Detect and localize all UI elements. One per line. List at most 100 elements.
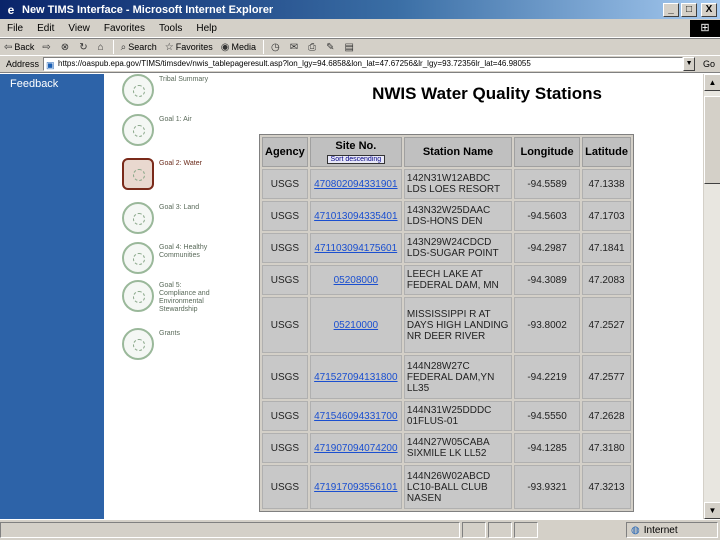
stop-button[interactable]: ⊗ (57, 42, 75, 53)
latitude-cell: 47.3180 (582, 433, 631, 463)
address-input[interactable]: ▣ https://oaspub.epa.gov/TIMS/timsdev/nw… (43, 57, 684, 71)
station-name-cell: 143N32W25DAAC LDS-HONS DEN (403, 201, 513, 231)
back-button[interactable]: ⇦ Back (0, 42, 38, 53)
stations-table: Agency Site No. Sort descending Station … (259, 134, 634, 512)
window-title-bar: e New TIMS Interface - Microsoft Interne… (0, 0, 720, 19)
window-title: New TIMS Interface - Microsoft Internet … (22, 3, 274, 16)
menu-file[interactable]: File (0, 23, 30, 34)
menu-edit[interactable]: Edit (30, 23, 61, 34)
latitude-cell: 47.2577 (582, 355, 631, 399)
table-row: USGS 471917093556101 144N26W02ABCD LC10-BA… (262, 465, 631, 509)
nav-goal-2-water[interactable]: Goal 2: Water (122, 158, 219, 190)
media-button[interactable]: ◉ Media (217, 42, 260, 53)
longitude-cell: -93.9321 (514, 465, 581, 509)
site-number-link[interactable]: 471527094131800 (314, 372, 397, 383)
scroll-up-button[interactable]: ▲ (704, 74, 720, 91)
refresh-button[interactable]: ↻ (75, 42, 93, 53)
menu-bar: File Edit View Favorites Tools Help ⊞ (0, 19, 720, 38)
nav-label: Goal 5: Compliance and Environmental Ste… (159, 282, 210, 313)
discuss-button[interactable]: ▤ (341, 42, 360, 53)
nav-tribal-summary[interactable]: Tribal Summary (122, 74, 219, 106)
site-number-link[interactable]: 470802094331901 (314, 179, 397, 190)
table-row: USGS 05208000 LEECH LAKE AT FEDERAL DAM, M… (262, 265, 631, 295)
site-number-link[interactable]: 05208000 (334, 275, 379, 286)
site-number-link[interactable]: 05210000 (334, 320, 379, 331)
nav-goal-1-air[interactable]: Goal 1: Air (122, 114, 219, 146)
menu-favorites[interactable]: Favorites (97, 23, 152, 34)
nav-goal-3-land[interactable]: Goal 3: Land (122, 202, 219, 234)
header-site-no: Site No. Sort descending (309, 137, 402, 167)
feedback-link[interactable]: Feedback (0, 74, 104, 90)
search-button[interactable]: ⌕ Search (117, 42, 161, 53)
zone-label: Internet (643, 524, 678, 536)
latitude-cell: 47.2628 (582, 401, 631, 431)
compliance-goal-icon (122, 280, 154, 312)
toolbar-separator (263, 40, 264, 54)
forward-button[interactable]: ⇨ (38, 42, 56, 53)
menu-help[interactable]: Help (189, 23, 224, 34)
stop-icon: ⊗ (60, 41, 70, 53)
nav-goal-5-compliance[interactable]: Goal 5: Compliance and Environmental Ste… (122, 280, 219, 314)
goal-navigation: Tribal Summary Goal 1: Air Goal 2: Water… (104, 74, 259, 519)
header-site-no-label: Site No. (335, 140, 377, 152)
close-button[interactable]: X (701, 2, 717, 17)
table-header-row: Agency Site No. Sort descending Station … (262, 137, 631, 167)
table-row: USGS 05210000 MISSISSIPPI R AT DAYS HIGH L… (262, 297, 631, 353)
table-row: USGS 471103094175601 143N29W24CDCD LDS-SUG… (262, 233, 631, 263)
address-url: https://oaspub.epa.gov/TIMS/timsdev/nwis… (58, 59, 531, 68)
forward-arrow-icon: ⇨ (42, 41, 51, 53)
favorites-label: Favorites (175, 42, 213, 52)
back-label: Back (14, 42, 35, 52)
site-number-link[interactable]: 471103094175601 (315, 243, 398, 254)
latitude-cell: 47.1841 (582, 233, 631, 263)
station-name-cell: 143N29W24CDCD LDS-SUGAR POINT (403, 233, 513, 263)
latitude-cell: 47.2083 (582, 265, 631, 295)
go-button[interactable]: Go (703, 59, 715, 69)
menu-view[interactable]: View (61, 23, 97, 34)
table-row: USGS 471013094335401 143N32W25DAAC LDS-HON… (262, 201, 631, 231)
site-number-link[interactable]: 471546094331700 (314, 411, 397, 422)
header-latitude: Latitude (582, 137, 631, 167)
nav-goal-4-healthy-communities[interactable]: Goal 4: Healthy Communities (122, 242, 219, 274)
latitude-cell: 47.1338 (582, 169, 631, 199)
longitude-cell: -94.5603 (514, 201, 581, 231)
status-cell (514, 522, 538, 538)
history-button[interactable]: ◷ (267, 42, 286, 53)
history-icon: ◷ (271, 41, 280, 53)
scroll-thumb[interactable] (704, 96, 720, 184)
longitude-cell: -93.8002 (514, 297, 581, 353)
site-number-cell: 05208000 (309, 265, 402, 295)
header-longitude: Longitude (514, 137, 581, 167)
longitude-cell: -94.5550 (514, 401, 581, 431)
site-number-cell: 471907094074200 (309, 433, 402, 463)
station-name-cell: 144N27W05CABA SIXMILE LK LL52 (403, 433, 513, 463)
print-button[interactable]: ⎙ (304, 42, 322, 53)
scroll-down-button[interactable]: ▼ (704, 502, 720, 519)
site-number-link[interactable]: 471907094074200 (314, 443, 397, 454)
home-button[interactable]: ⌂ (94, 42, 110, 53)
favorites-button[interactable]: ☆ Favorites (161, 42, 217, 53)
toolbar-separator (112, 40, 114, 54)
table-row: USGS 471546094331700 144N31W25DDDC 01FLUS-… (262, 401, 631, 431)
vertical-scrollbar[interactable]: ▲ ▼ (703, 74, 720, 519)
mail-icon: ✉ (289, 41, 299, 53)
sort-descending-button[interactable]: Sort descending (326, 155, 386, 164)
discuss-icon: ▤ (344, 41, 354, 53)
station-name-cell: LEECH LAKE AT FEDERAL DAM, MN (403, 265, 513, 295)
site-number-link[interactable]: 471013094335401 (314, 211, 397, 222)
site-number-link[interactable]: 471917093556101 (314, 482, 397, 493)
maximize-button[interactable]: □ (681, 2, 697, 17)
agency-cell: USGS (262, 355, 308, 399)
mail-button[interactable]: ✉ (286, 42, 304, 53)
edit-button[interactable]: ✎ (322, 42, 340, 53)
nav-label: Tribal Summary (159, 76, 209, 83)
longitude-cell: -94.3089 (514, 265, 581, 295)
nav-label: Goal 3: Land (159, 204, 200, 211)
address-dropdown-icon[interactable]: ▼ (683, 57, 696, 71)
menu-tools[interactable]: Tools (152, 23, 189, 34)
search-icon: ⌕ (120, 41, 127, 53)
minimize-button[interactable]: _ (663, 2, 679, 17)
table-body: USGS 470802094331901 142N31W12ABDC LDS LOE… (262, 169, 631, 509)
agency-cell: USGS (262, 265, 308, 295)
nav-grants[interactable]: Grants (122, 328, 219, 360)
